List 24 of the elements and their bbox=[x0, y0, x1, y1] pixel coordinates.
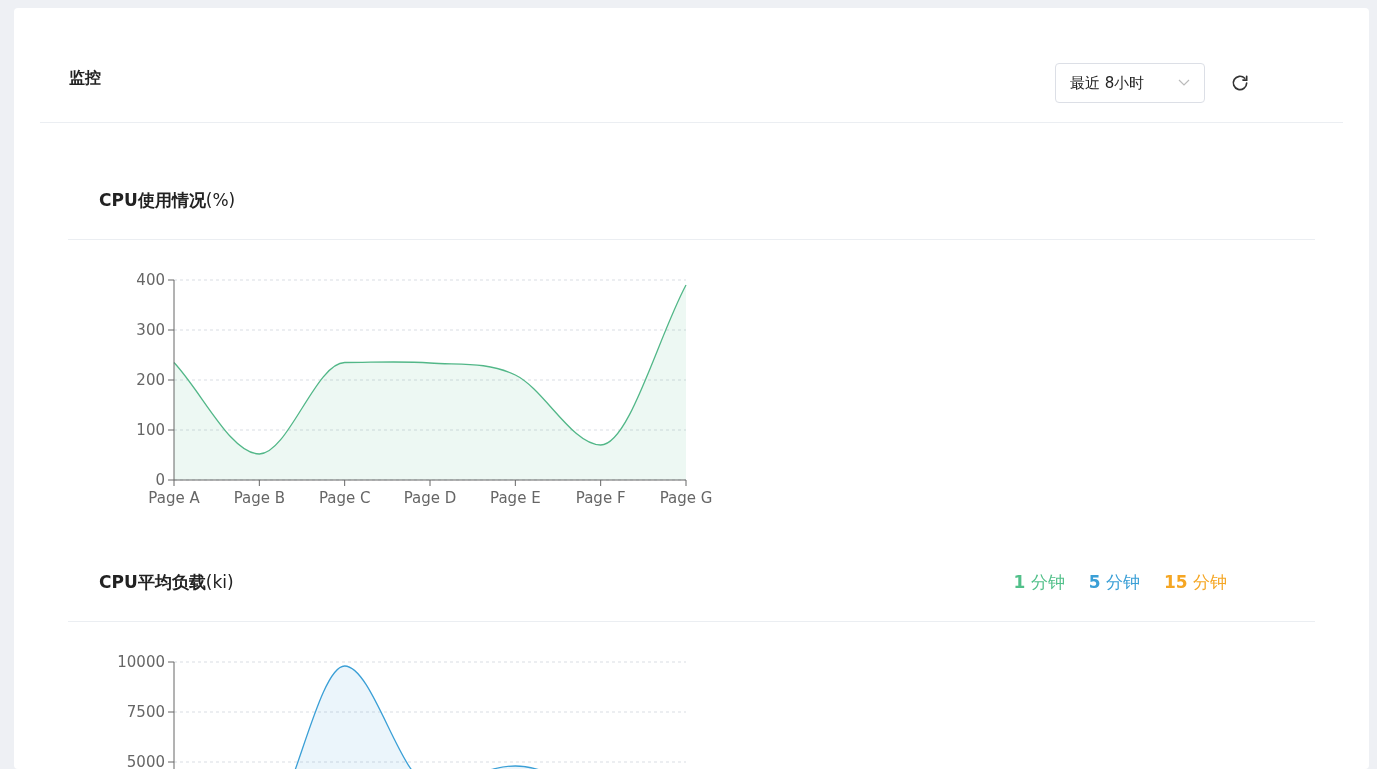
y-tick-label: 400 bbox=[136, 271, 165, 289]
refresh-icon bbox=[1230, 73, 1250, 93]
y-tick-label: 5000 bbox=[126, 753, 165, 769]
time-range-select[interactable]: 最近 8小时 bbox=[1055, 63, 1205, 103]
legend-item[interactable]: 1 分钟 bbox=[1013, 570, 1065, 596]
section-title: CPU使用情况(%) bbox=[99, 189, 236, 213]
x-tick-label: Page D bbox=[403, 489, 457, 507]
y-tick-label: 300 bbox=[136, 321, 165, 339]
y-tick-label: 7500 bbox=[126, 703, 165, 721]
y-tick-label: 10000 bbox=[117, 653, 165, 671]
section-title: CPU平均负载(ki) bbox=[99, 571, 234, 595]
x-tick-label: Page B bbox=[233, 489, 285, 507]
chevron-down-icon bbox=[1178, 79, 1190, 87]
y-tick-label: 200 bbox=[136, 371, 165, 389]
page-title: 监控 bbox=[69, 67, 101, 89]
x-tick-label: Page C bbox=[318, 489, 371, 507]
x-tick-label: Page E bbox=[490, 489, 541, 507]
x-tick-label: Page F bbox=[575, 489, 626, 507]
x-tick-label: Page A bbox=[148, 489, 200, 507]
y-tick-label: 0 bbox=[155, 471, 165, 489]
x-tick-label: Page G bbox=[659, 489, 713, 507]
legend-item[interactable]: 15 分钟 bbox=[1163, 570, 1227, 596]
legend-item[interactable]: 5 分钟 bbox=[1088, 570, 1140, 596]
y-tick-label: 100 bbox=[136, 421, 165, 439]
